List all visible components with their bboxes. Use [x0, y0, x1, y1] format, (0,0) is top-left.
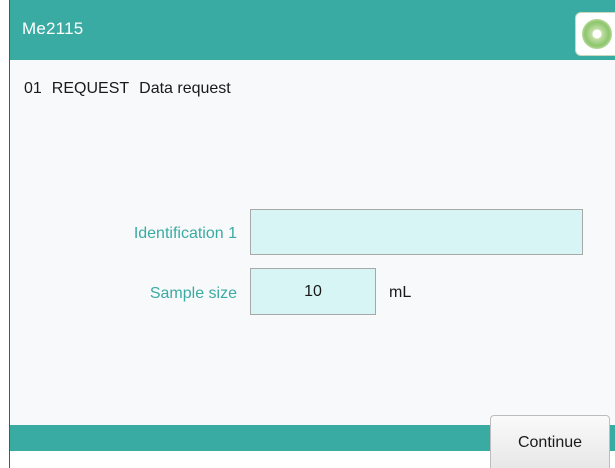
identification-label: Identification 1 [133, 225, 237, 242]
continue-button[interactable]: Continue [490, 415, 610, 468]
window-title: Me2115 [22, 19, 84, 38]
sample-size-label: Sample size [149, 285, 237, 302]
left-frame [0, 0, 9, 468]
sample-size-unit: mL [389, 284, 412, 301]
title-bar: Me2115 [10, 0, 615, 60]
command-name: REQUEST [51, 80, 130, 97]
home-disc-icon [582, 19, 612, 49]
command-header: 01 REQUEST Data request [24, 80, 241, 98]
dialog-content: Me2115 01 REQUEST Data request Identificat… [10, 0, 615, 468]
sample-size-input[interactable]: 10 [250, 268, 376, 315]
screen: Me2115 01 REQUEST Data request Identificat… [0, 0, 615, 468]
command-number: 01 [24, 80, 42, 97]
identification-input[interactable] [250, 209, 583, 255]
command-description: Data request [139, 80, 231, 97]
home-button[interactable] [576, 13, 615, 55]
